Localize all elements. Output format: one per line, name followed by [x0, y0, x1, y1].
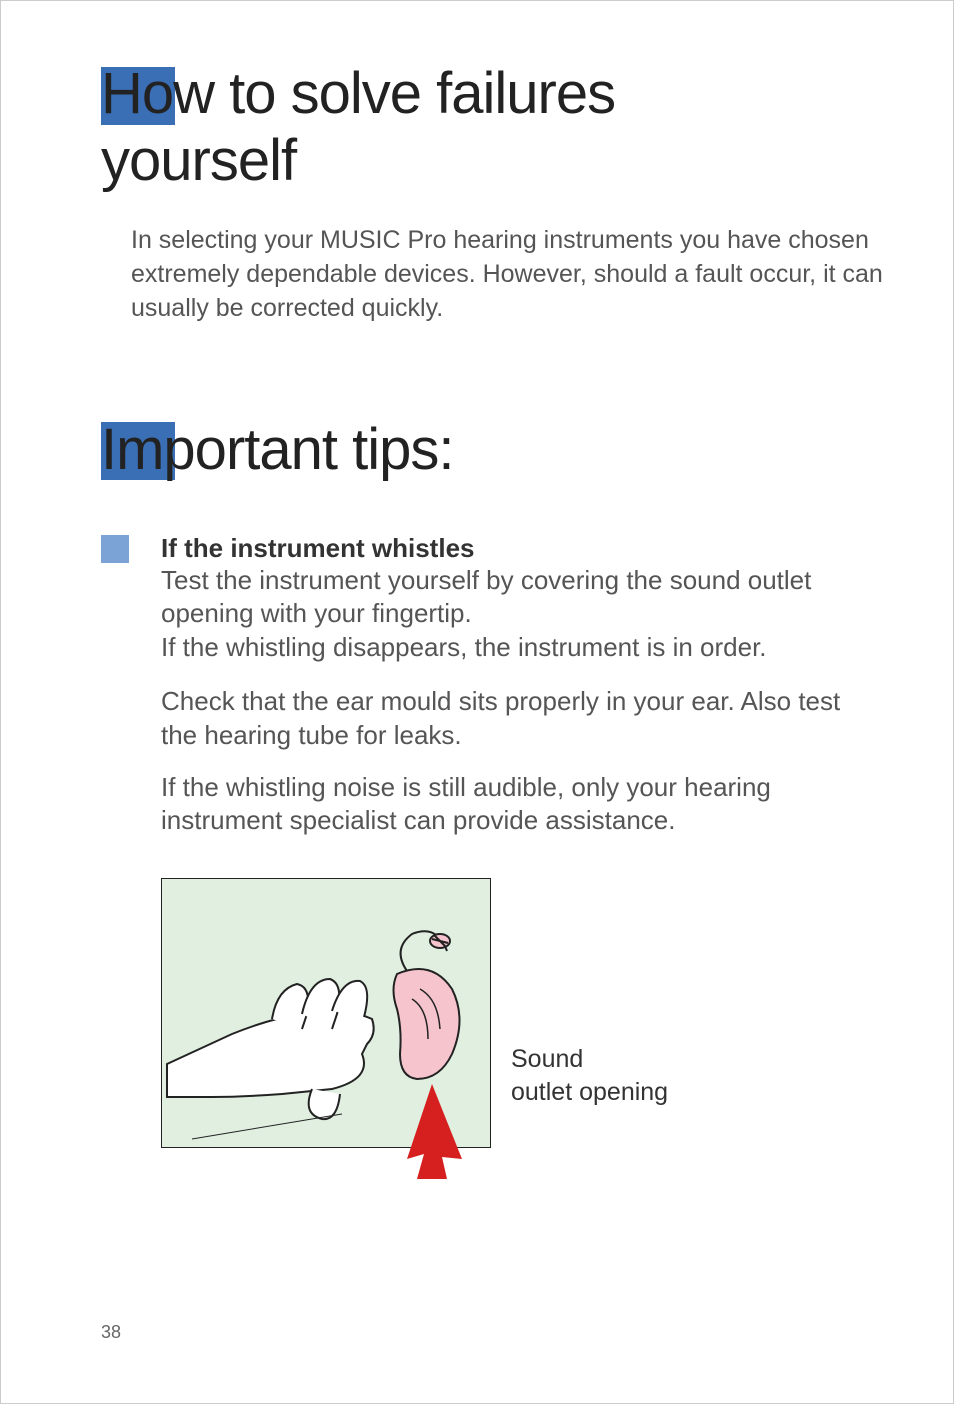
tip-paragraph-2: Check that the ear mould sits properly i… — [161, 685, 883, 753]
tip-paragraph-3: If the whistling noise is still audible,… — [161, 771, 883, 839]
heading-1-wrap: How to solve failures yourself — [101, 61, 883, 194]
tip-block: If the instrument whistles Test the inst… — [161, 533, 883, 665]
heading-line-2: yourself — [101, 128, 883, 195]
tip-heading: If the instrument whistles — [161, 533, 883, 564]
tip-body-2: If the whistling disappears, the instrum… — [161, 631, 883, 665]
bullet-icon — [101, 535, 129, 563]
heading-line-1: How to solve failures — [101, 61, 883, 128]
figure-label-line-1: Sound — [511, 1045, 583, 1073]
section-heading: Important tips: — [101, 416, 883, 483]
page-number: 38 — [101, 1322, 121, 1343]
tip-body-1: Test the instrument yourself by covering… — [161, 564, 883, 632]
page-content: How to solve failures yourself In select… — [1, 1, 953, 1188]
hearing-aid-hand-icon — [162, 879, 492, 1179]
figure-label-line-2: outlet opening — [511, 1078, 668, 1106]
illustration — [161, 878, 491, 1148]
figure-row: Sound outlet opening — [161, 878, 883, 1148]
intro-paragraph: In selecting your MUSIC Pro hearing inst… — [131, 224, 883, 325]
page-title: How to solve failures yourself — [101, 61, 883, 194]
heading-2-wrap: Important tips: — [101, 416, 883, 483]
arrow-icon — [407, 1084, 462, 1179]
figure-label: Sound outlet opening — [511, 1043, 668, 1108]
